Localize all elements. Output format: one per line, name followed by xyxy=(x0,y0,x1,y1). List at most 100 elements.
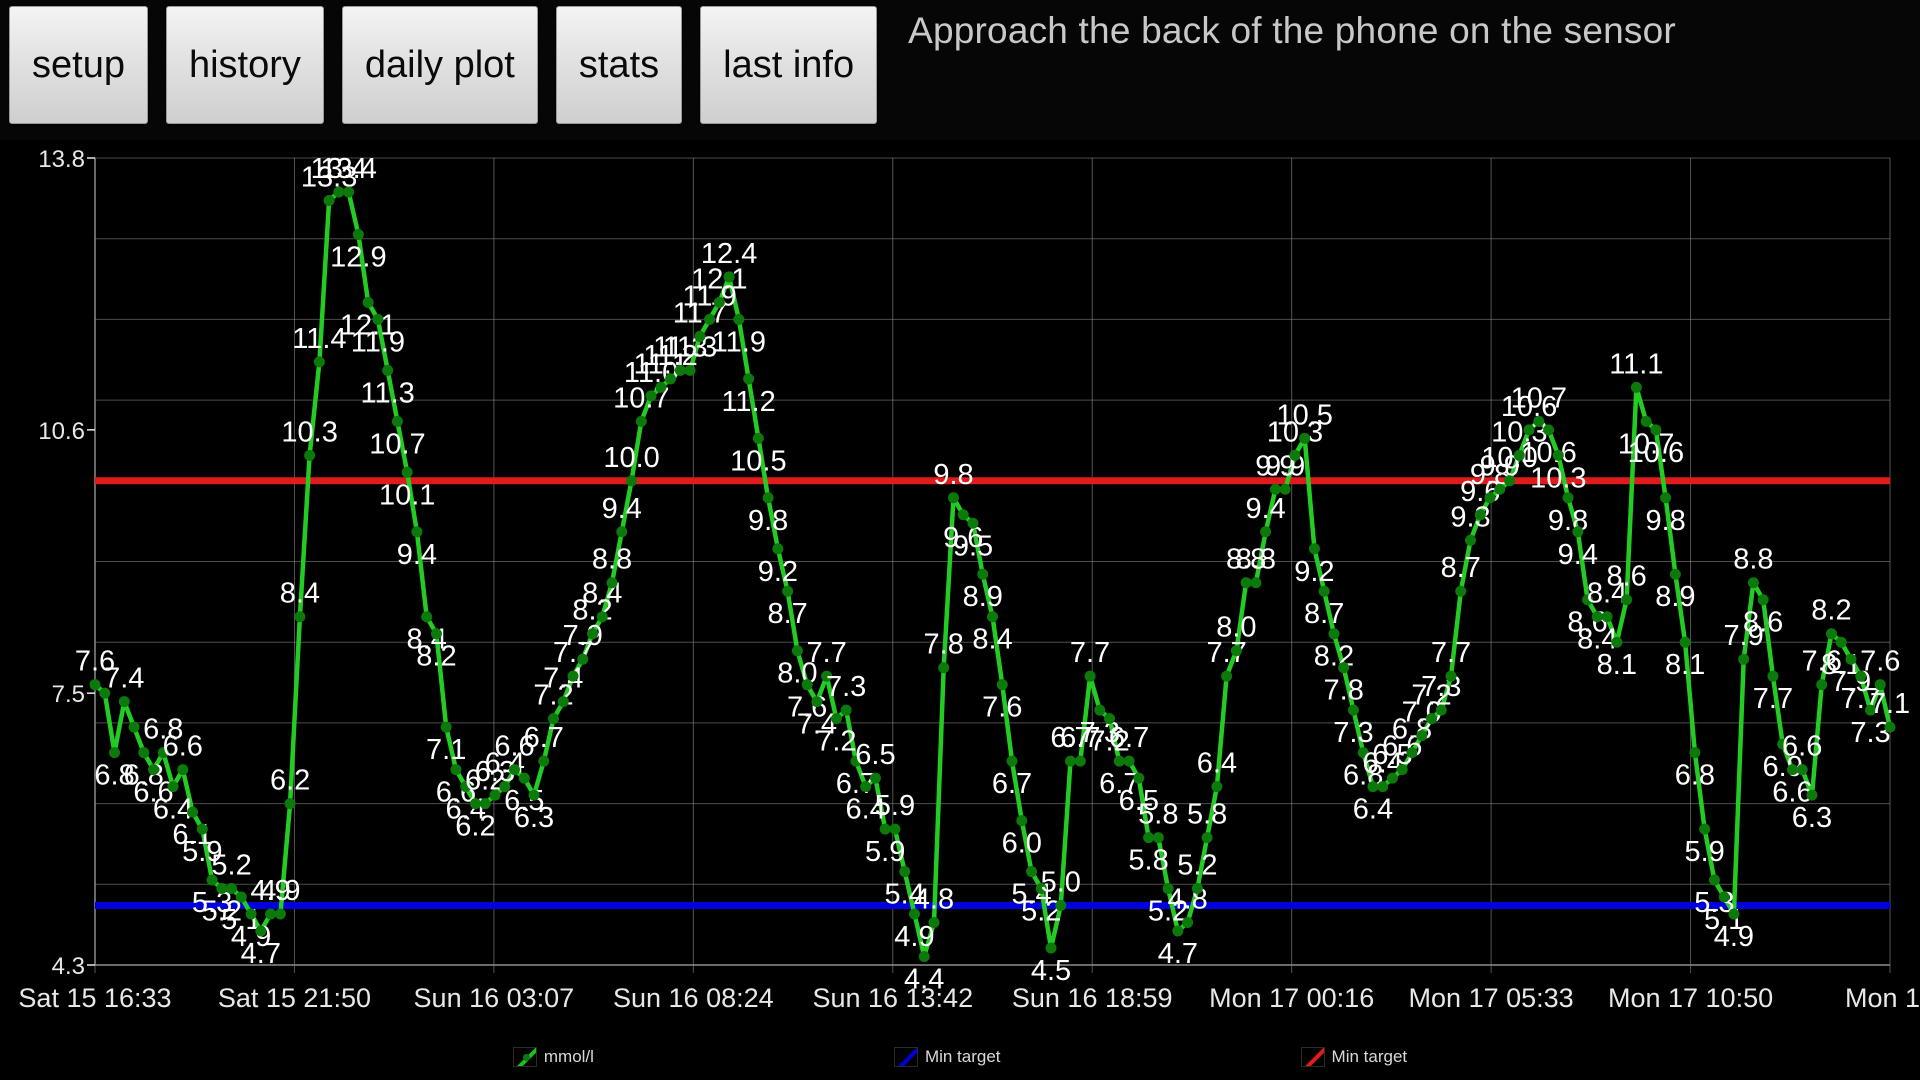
data-point[interactable] xyxy=(216,883,228,895)
data-point[interactable] xyxy=(1084,670,1096,682)
data-point[interactable] xyxy=(1289,449,1301,461)
data-point[interactable] xyxy=(947,492,959,504)
data-point[interactable] xyxy=(723,271,735,283)
data-point[interactable] xyxy=(401,466,413,478)
data-point[interactable] xyxy=(1221,670,1233,682)
data-point[interactable] xyxy=(626,475,638,487)
data-point[interactable] xyxy=(713,296,725,308)
data-point[interactable] xyxy=(450,764,462,776)
data-point[interactable] xyxy=(1152,832,1164,844)
data-point[interactable] xyxy=(1172,925,1184,937)
data-point[interactable] xyxy=(704,313,716,325)
data-point[interactable] xyxy=(1377,781,1389,793)
data-point[interactable] xyxy=(1143,832,1155,844)
data-point[interactable] xyxy=(1465,534,1477,546)
data-point[interactable] xyxy=(957,509,969,521)
data-point[interactable] xyxy=(1738,653,1750,665)
data-point[interactable] xyxy=(421,611,433,623)
data-point[interactable] xyxy=(1328,628,1340,640)
data-point[interactable] xyxy=(733,313,745,325)
data-point[interactable] xyxy=(1123,755,1135,767)
data-point[interactable] xyxy=(782,585,794,597)
data-point[interactable] xyxy=(752,432,764,444)
data-point[interactable] xyxy=(235,891,247,903)
data-point[interactable] xyxy=(977,568,989,580)
data-point[interactable] xyxy=(469,798,481,810)
data-point[interactable] xyxy=(587,628,599,640)
data-point[interactable] xyxy=(284,798,296,810)
setup-button[interactable]: setup xyxy=(9,6,148,124)
data-point[interactable] xyxy=(1318,585,1330,597)
data-point[interactable] xyxy=(294,611,306,623)
stats-button[interactable]: stats xyxy=(555,6,683,124)
data-point[interactable] xyxy=(1747,577,1759,589)
data-point[interactable] xyxy=(1308,543,1320,555)
data-point[interactable] xyxy=(1699,823,1711,835)
data-point[interactable] xyxy=(1240,577,1252,589)
data-point[interactable] xyxy=(869,772,881,784)
data-point[interactable] xyxy=(635,415,647,427)
data-point[interactable] xyxy=(1504,475,1516,487)
data-point[interactable] xyxy=(1728,908,1740,920)
data-point[interactable] xyxy=(791,645,803,657)
data-point[interactable] xyxy=(479,798,491,810)
data-point[interactable] xyxy=(1640,415,1652,427)
data-point[interactable] xyxy=(1611,636,1623,648)
data-point[interactable] xyxy=(1299,432,1311,444)
data-point[interactable] xyxy=(1455,585,1467,597)
data-point[interactable] xyxy=(528,789,540,801)
data-point[interactable] xyxy=(1767,670,1779,682)
data-point[interactable] xyxy=(1279,483,1291,495)
data-point[interactable] xyxy=(840,704,852,716)
data-point[interactable] xyxy=(89,679,101,691)
data-point[interactable] xyxy=(1494,483,1506,495)
data-point[interactable] xyxy=(265,908,277,920)
data-point[interactable] xyxy=(1552,449,1564,461)
data-point[interactable] xyxy=(918,951,930,963)
data-point[interactable] xyxy=(1191,883,1203,895)
data-point[interactable] xyxy=(811,696,823,708)
data-point[interactable] xyxy=(1016,815,1028,827)
data-point[interactable] xyxy=(1474,509,1486,521)
data-point[interactable] xyxy=(1845,653,1857,665)
data-point[interactable] xyxy=(187,806,199,818)
data-point[interactable] xyxy=(1523,424,1535,436)
data-point[interactable] xyxy=(255,925,267,937)
data-point[interactable] xyxy=(967,517,979,529)
data-point[interactable] xyxy=(1806,789,1818,801)
data-point[interactable] xyxy=(1835,636,1847,648)
data-point[interactable] xyxy=(274,908,286,920)
data-point[interactable] xyxy=(138,747,150,759)
data-point[interactable] xyxy=(577,653,589,665)
data-point[interactable] xyxy=(889,823,901,835)
data-point[interactable] xyxy=(1669,568,1681,580)
data-point[interactable] xyxy=(548,713,560,725)
chart-area[interactable]: 13.8 10.6 7.5 4.3 7.6 6.8 7.4 6.8 6.6 6.8 6.4 6.6 6.… xyxy=(0,140,1920,1080)
data-point[interactable] xyxy=(743,373,755,385)
data-point[interactable] xyxy=(567,670,579,682)
data-point[interactable] xyxy=(899,866,911,878)
data-point[interactable] xyxy=(362,296,374,308)
data-point[interactable] xyxy=(801,679,813,691)
data-point[interactable] xyxy=(1133,772,1145,784)
data-point[interactable] xyxy=(938,662,950,674)
data-point[interactable] xyxy=(1367,781,1379,793)
data-point[interactable] xyxy=(411,526,423,538)
data-point[interactable] xyxy=(382,364,394,376)
data-point[interactable] xyxy=(616,526,628,538)
data-point[interactable] xyxy=(1113,755,1125,767)
data-point[interactable] xyxy=(1445,670,1457,682)
data-point[interactable] xyxy=(1484,492,1496,504)
data-point[interactable] xyxy=(1396,764,1408,776)
data-point[interactable] xyxy=(1786,764,1798,776)
data-point[interactable] xyxy=(772,543,784,555)
data-point[interactable] xyxy=(1406,747,1418,759)
data-point[interactable] xyxy=(1026,866,1038,878)
data-point[interactable] xyxy=(830,713,842,725)
data-point[interactable] xyxy=(196,823,208,835)
data-point[interactable] xyxy=(1533,415,1545,427)
data-point[interactable] xyxy=(518,772,530,784)
data-point[interactable] xyxy=(684,364,696,376)
data-point[interactable] xyxy=(1006,755,1018,767)
data-point[interactable] xyxy=(245,908,257,920)
